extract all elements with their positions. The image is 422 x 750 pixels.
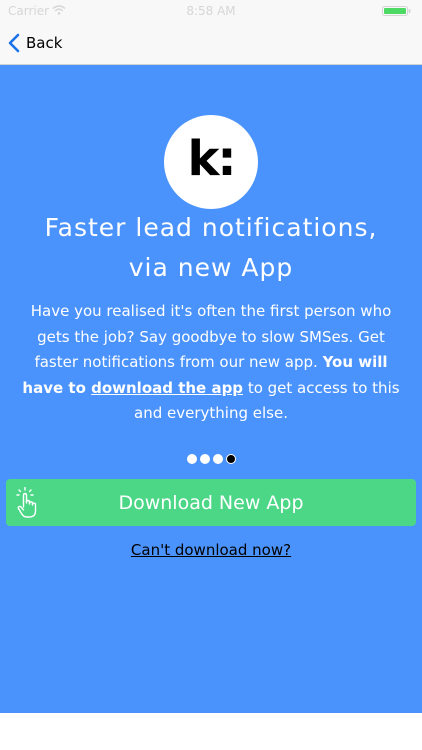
page-dot[interactable] <box>199 454 210 464</box>
app-logo: k: <box>164 115 258 209</box>
download-app-link[interactable]: download the app <box>91 379 243 397</box>
back-button[interactable]: Back <box>8 30 62 56</box>
description-line-5: and everything else. <box>134 404 288 422</box>
navigation-bar: Back <box>0 22 422 65</box>
page-dot[interactable] <box>186 454 197 464</box>
page-indicator <box>0 454 422 464</box>
download-new-app-button[interactable]: Download New App <box>6 479 416 526</box>
back-label: Back <box>26 34 63 52</box>
headline-line-2: via new App <box>128 253 294 282</box>
page-dot-active[interactable] <box>225 454 236 464</box>
headline-line-1: Faster lead notifications, <box>44 213 378 242</box>
download-button-label: Download New App <box>118 491 304 514</box>
description-text: to get access to this <box>243 378 400 397</box>
description-emphasis: You will <box>322 353 388 371</box>
description-line-4: have to download the app to get access t… <box>4 376 418 402</box>
logo-text: k: <box>187 131 236 187</box>
description-line-1: Have you realised it's often the first p… <box>30 302 392 320</box>
description: Have you realised it's often the first p… <box>4 299 418 427</box>
chevron-left-icon <box>8 33 20 53</box>
description-emphasis: have to <box>22 378 92 397</box>
page-dot[interactable] <box>212 454 223 464</box>
description-line-2: gets the job? Say goodbye to slow SMSes.… <box>37 327 385 346</box>
battery-icon <box>382 6 411 16</box>
description-text: faster notifications from our new app. <box>34 353 323 371</box>
pointing-hand-icon <box>16 487 37 518</box>
status-bar: Carrier 8:58 AM <box>0 0 422 22</box>
headline: Faster lead notifications, via new App <box>10 208 412 288</box>
cant-download-link[interactable]: Can't download now? <box>0 541 422 559</box>
description-line-3: faster notifications from our new app. Y… <box>4 350 418 376</box>
onboarding-panel: k: Faster lead notifications, via new Ap… <box>0 65 422 713</box>
status-time: 8:58 AM <box>186 4 236 18</box>
